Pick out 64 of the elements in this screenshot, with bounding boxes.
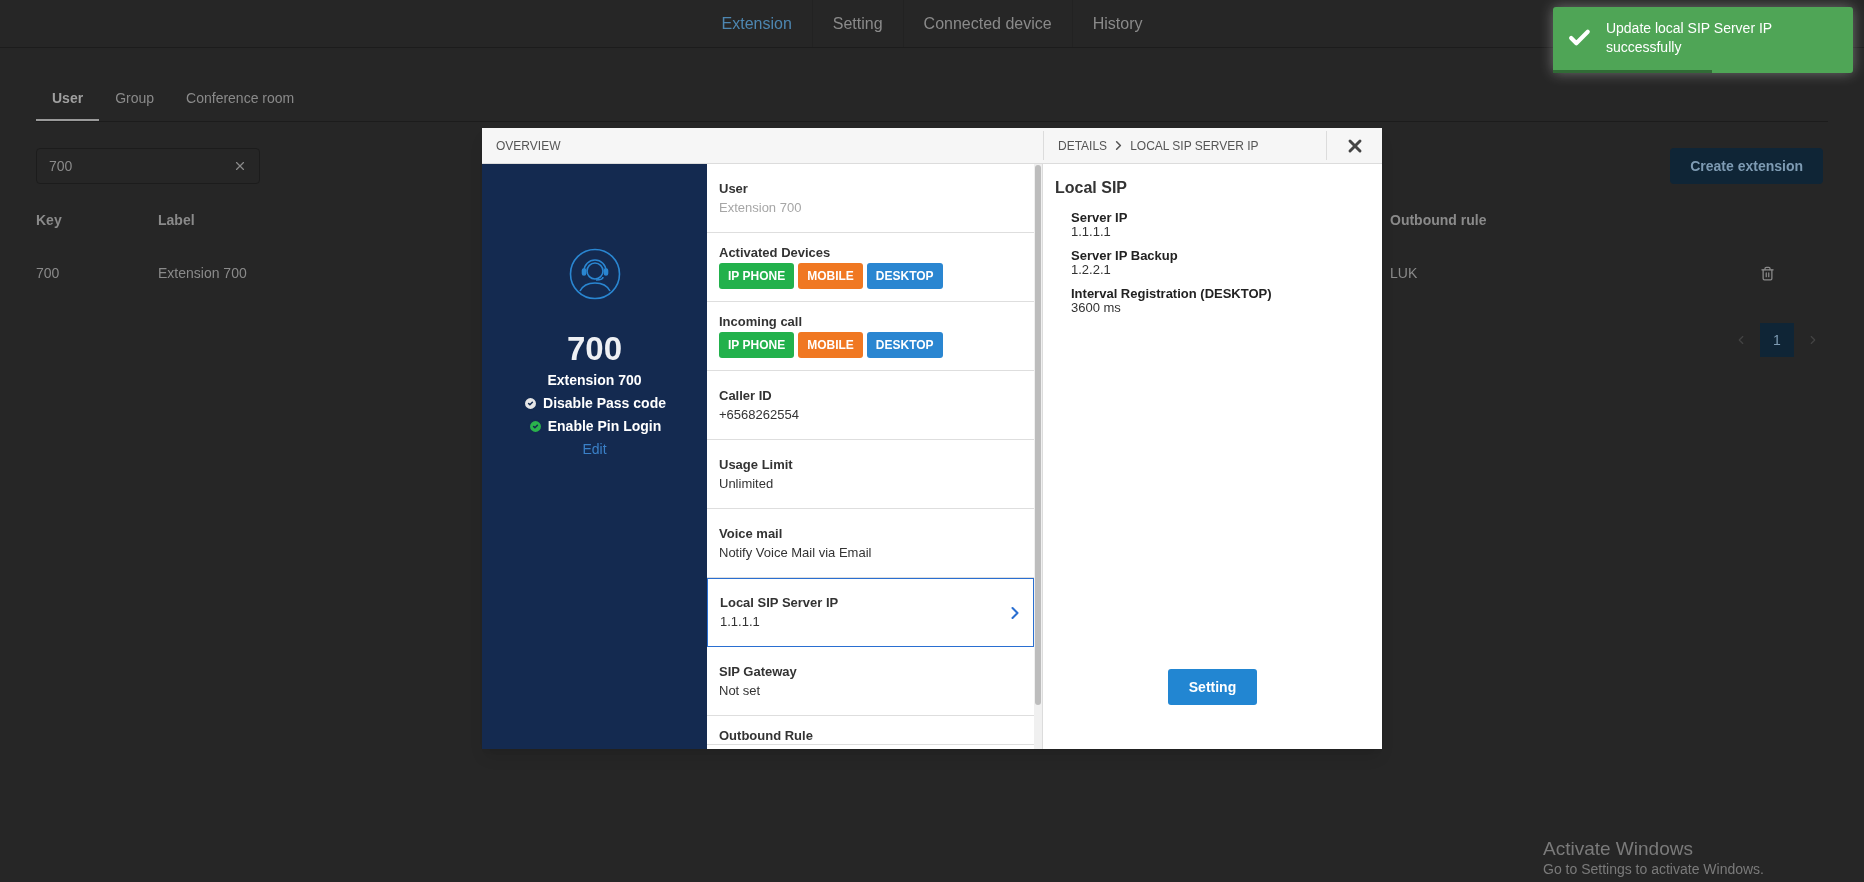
table-cell-text: Extension 700 [158,263,247,283]
clear-icon[interactable] [233,159,247,173]
device-badge: IP PHONE [719,332,795,358]
item-value: Notify Voice Mail via Email [719,543,872,561]
scrollbar[interactable] [1034,164,1043,749]
sub-tab[interactable]: Group [99,78,171,121]
device-badge: IP PHONE [719,263,795,289]
field-value: 1.2.2.1 [1071,263,1112,277]
item-value: 1.1.1.1 [720,613,761,630]
field-value: 1.1.1.1 [1071,225,1112,239]
item-value: Not set [719,681,762,699]
overview-item[interactable]: Local SIP Server IP 1.1.1.1 [707,578,1034,647]
headset-user-icon [568,248,621,300]
item-label: Usage Limit [719,456,793,473]
trash-icon[interactable] [1760,265,1775,281]
toast-message: Update local SIP Server IP successfully [1605,19,1773,57]
item-label: Incoming call [719,314,804,330]
extension-name: Extension 700 [547,371,642,390]
item-label: Local SIP Server IP [720,595,839,611]
item-label: Voice mail [719,525,784,542]
nav-tab[interactable]: History [1071,0,1163,47]
device-badge: DESKTOP [866,263,943,289]
item-label: SIP Gateway [719,663,797,680]
item-label: User [719,180,749,197]
device-badge: MOBILE [798,332,863,358]
extension-number: 700 [566,330,623,368]
breadcrumb-item: LOCAL SIP SERVER IP [1130,137,1259,155]
edit-link[interactable]: Edit [582,439,607,460]
item-label: Activated Devices [719,245,832,261]
item-value: Extension 700 [719,198,802,216]
breadcrumb-item[interactable]: DETAILS [1058,136,1108,155]
setting-button[interactable]: Setting [1168,669,1257,705]
column-header: Label [158,211,195,230]
item-value: Unlimited [719,474,775,492]
search-field[interactable]: 700 [36,148,260,184]
field-label: Interval Registration (DESKTOP) [1071,286,1273,301]
sub-tab[interactable]: User [36,78,100,121]
nav-tab[interactable]: Extension [701,0,812,47]
column-header: Outbound rule [1390,211,1487,230]
table-cell-text: LUK [1390,263,1418,283]
create-extension-button[interactable]: Create extension [1670,148,1823,184]
profile-setting: Disable Pass code [543,394,666,413]
field-label: Server IP [1071,210,1129,225]
details-title: Local SIP [1055,178,1129,198]
nav-tab[interactable]: Connected device [902,0,1072,47]
column-header: Key [36,211,62,230]
profile-setting: Enable Pin Login [547,417,662,436]
field-label: Server IP Backup [1071,248,1179,263]
overview-title: OVERVIEW [496,137,561,155]
device-badge: MOBILE [798,263,863,289]
item-value: +6568262554 [719,405,799,423]
field-value: 3600 ms [1071,301,1121,315]
overview-item[interactable]: Incoming call IP PHONE MOBILE DESKTOP [707,302,1034,371]
nav-tab[interactable]: Setting [811,0,903,47]
overview-item[interactable]: Outbound Rule [707,716,1034,745]
activate-windows-title: Activate Windows [1543,838,1694,860]
table-cell-text: 700 [36,263,60,283]
device-badge: DESKTOP [866,332,943,358]
page-button[interactable]: 1 [1760,323,1794,357]
activate-windows-text: Go to Settings to activate Windows. [1543,860,1764,878]
sub-tab[interactable]: Conference room [170,78,311,121]
item-label: Caller ID [719,387,773,404]
item-label: Outbound Rule [719,728,813,744]
overview-item[interactable]: Activated Devices IP PHONE MOBILE DESKTOP [707,233,1034,302]
